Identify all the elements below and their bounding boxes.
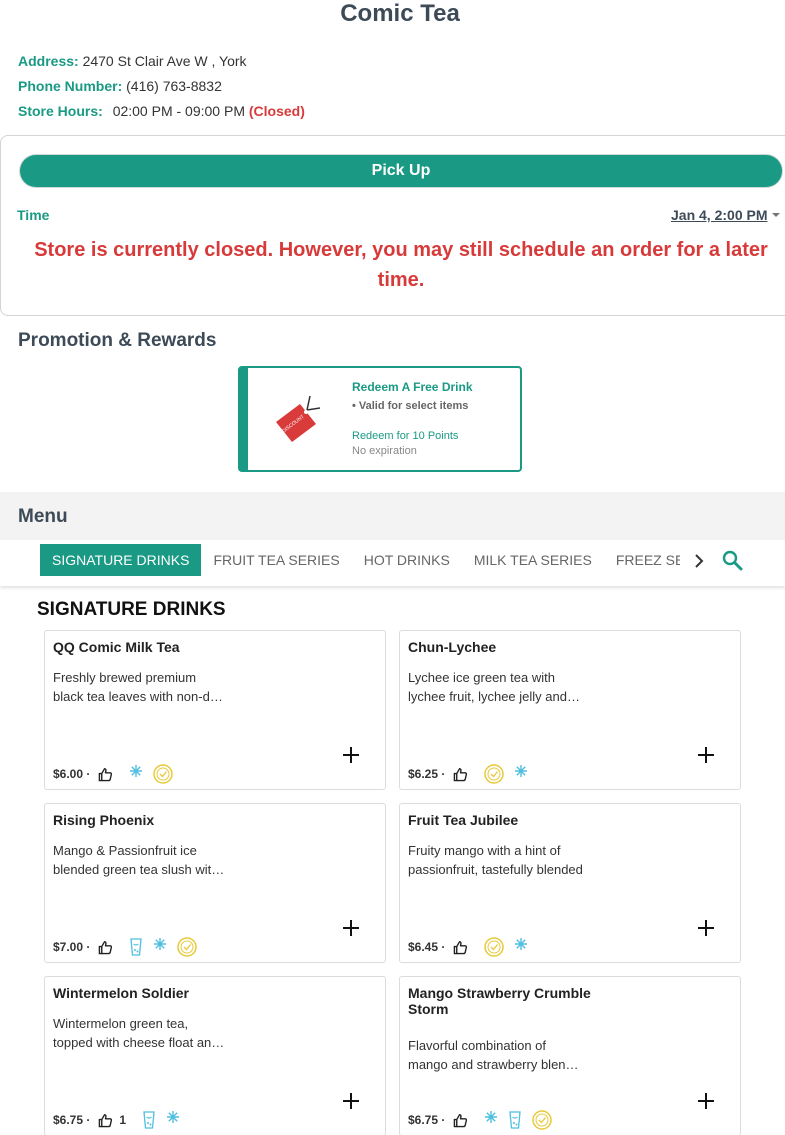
menu-item-footer: $6.25 · [408, 764, 528, 784]
menu-item-footer: $6.00 · [53, 764, 174, 784]
caret-down-icon[interactable] [772, 213, 780, 217]
menu-item-price: $7.00 · [53, 940, 91, 954]
ice-icon [129, 764, 143, 784]
menu-item-name: Chun-Lychee [408, 639, 497, 655]
category-nav: SIGNATURE DRINKS FRUIT TEA SERIES HOT DRIN… [0, 540, 785, 586]
add-to-cart-button[interactable] [343, 747, 359, 763]
menu-item-tags [119, 764, 174, 784]
menu-item-tags [474, 1110, 553, 1130]
section-heading: SIGNATURE DRINKS [37, 599, 226, 620]
menu-item-name: Mango Strawberry Crumble Storm [408, 985, 591, 1017]
menu-item-name: Fruit Tea Jubilee [408, 812, 519, 828]
cup-icon [508, 1110, 522, 1130]
menu-item-description: Wintermelon green tea, topped with chees… [53, 1016, 225, 1050]
thumbs-up-icon[interactable] [98, 767, 113, 782]
ice-icon [484, 1110, 498, 1130]
hours-value: 02:00 PM - 09:00 PM [112, 103, 245, 119]
menu-item-name: Wintermelon Soldier [53, 985, 190, 1001]
promotion-detail: • Valid for select items [352, 400, 469, 412]
chevron-right-icon[interactable] [692, 552, 706, 570]
phone-label: Phone Number: [18, 78, 123, 94]
menu-item-price: $6.45 · [408, 940, 446, 954]
promotion-title: Redeem A Free Drink [352, 380, 473, 394]
store-closed-message: Store is currently closed. However, you … [34, 239, 768, 291]
menu-item-price: $6.75 · [53, 1113, 91, 1127]
thumbs-up-icon[interactable] [453, 767, 468, 782]
tab-hot-drinks[interactable]: HOT DRINKS [352, 544, 462, 576]
menu-item-price: $6.00 · [53, 767, 91, 781]
thumbs-up-icon[interactable] [98, 1113, 113, 1128]
menu-item-footer: $7.00 · [53, 937, 198, 957]
promotion-heading: Promotion & Rewards [18, 330, 217, 351]
tab-signature-drinks[interactable]: SIGNATURE DRINKS [40, 544, 202, 576]
popular-icon [177, 937, 198, 957]
menu-item-name: QQ Comic Milk Tea [53, 639, 180, 655]
cup-icon [142, 1110, 156, 1130]
thumbs-up-icon[interactable] [98, 940, 113, 955]
menu-item-price: $6.25 · [408, 767, 446, 781]
menu-item-footer: $6.75 · [408, 1110, 553, 1130]
hours-label: Store Hours: [18, 103, 103, 119]
menu-item-name: Rising Phoenix [53, 812, 155, 828]
store-phone: Phone Number: (416) 763-8832 [18, 78, 222, 94]
ice-icon [166, 1110, 180, 1130]
popular-icon [484, 764, 505, 784]
popular-icon [532, 1110, 553, 1130]
cup-icon [129, 937, 143, 957]
tab-freez-series[interactable]: FREEZ SERIES [604, 544, 680, 576]
store-status-badge: (Closed) [248, 103, 305, 119]
phone-value: (416) 763-8832 [126, 78, 222, 94]
popular-icon [153, 764, 174, 784]
promotion-card[interactable]: DISCOUNT Redeem A Free Drink • Valid for… [238, 366, 522, 472]
menu-item-footer: $6.45 · [408, 937, 528, 957]
menu-item-card[interactable]: Wintermelon Soldier Wintermelon green tea… [44, 976, 386, 1135]
menu-item-tags [474, 764, 528, 784]
address-value: 2470 St Clair Ave W , York [82, 53, 247, 69]
tab-fruit-tea-series[interactable]: FRUIT TEA SERIES [201, 544, 351, 576]
menu-heading: Menu [18, 506, 68, 527]
menu-item-card[interactable]: QQ Comic Milk Tea Freshly brewed premium … [44, 630, 386, 790]
tab-milk-tea-series[interactable]: MILK TEA SERIES [462, 544, 604, 576]
menu-item-card[interactable]: Chun-Lychee Lychee ice green tea with lyc… [399, 630, 741, 790]
menu-item-tags [119, 937, 198, 957]
promotion-redeem-points: Redeem for 10 Points [352, 430, 459, 442]
promotion-expiration: No expiration [352, 445, 417, 457]
add-to-cart-button[interactable] [698, 1093, 714, 1109]
ice-icon [514, 764, 528, 784]
menu-item-tags [132, 1110, 180, 1130]
add-to-cart-button[interactable] [343, 1093, 359, 1109]
search-icon[interactable] [721, 549, 743, 571]
menu-item-card[interactable]: Fruit Tea Jubilee Fruity mango with a hin… [399, 803, 741, 963]
thumbs-up-icon[interactable] [453, 1113, 468, 1128]
address-label: Address: [18, 53, 79, 69]
add-to-cart-button[interactable] [698, 747, 714, 763]
menu-item-price: $6.75 · [408, 1113, 446, 1127]
thumbs-up-icon[interactable] [453, 940, 468, 955]
ice-icon [153, 937, 167, 957]
category-tabs: SIGNATURE DRINKS FRUIT TEA SERIES HOT DRIN… [40, 544, 680, 576]
add-to-cart-button[interactable] [343, 920, 359, 936]
menu-item-tags [474, 937, 528, 957]
add-to-cart-button[interactable] [698, 920, 714, 936]
ice-icon [514, 937, 528, 957]
store-hours: Store Hours: 02:00 PM - 09:00 PM (Closed… [18, 103, 305, 119]
like-count: 1 [119, 1113, 127, 1127]
menu-item-card[interactable]: Rising Phoenix Mango & Passionfruit ice b… [44, 803, 386, 963]
menu-header: Menu [0, 492, 785, 540]
store-address: Address: 2470 St Clair Ave W , York [18, 53, 247, 69]
order-options-panel: Pick Up Time Jan 4, 2:00 PM Store is cur… [0, 135, 785, 316]
menu-item-description: Lychee ice green tea with lychee fruit, … [408, 670, 580, 704]
time-selector[interactable]: Jan 4, 2:00 PM [671, 207, 768, 223]
popular-icon [484, 937, 505, 957]
pick-up-button[interactable]: Pick Up [20, 155, 782, 187]
menu-item-description: Flavorful combination of mango and straw… [408, 1038, 579, 1072]
discount-tag-icon: DISCOUNT [276, 395, 321, 442]
menu-item-description: Fruity mango with a hint of passionfruit… [408, 843, 583, 877]
menu-item-card[interactable]: Mango Strawberry Crumble Storm Flavorful … [399, 976, 741, 1135]
store-title: Comic Tea [340, 0, 460, 27]
menu-item-description: Freshly brewed premium black tea leaves … [53, 670, 223, 704]
menu-item-description: Mango & Passionfruit ice blended green t… [53, 843, 225, 877]
time-label: Time [17, 207, 50, 223]
menu-item-footer: $6.75 · 1 [53, 1111, 180, 1129]
